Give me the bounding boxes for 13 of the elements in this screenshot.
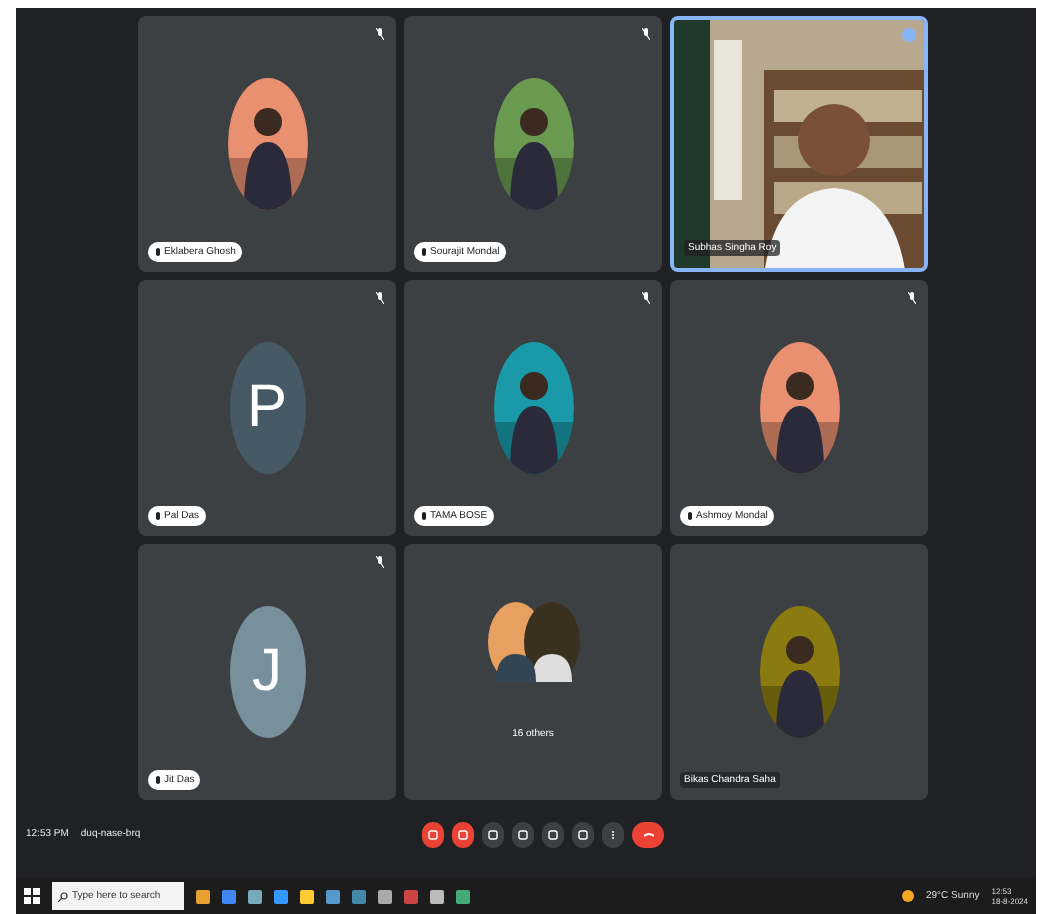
weather-icon <box>902 890 914 902</box>
avatar-letter: P <box>229 342 305 474</box>
camera-button[interactable] <box>452 821 475 847</box>
mic-button[interactable] <box>422 821 445 847</box>
captions-button[interactable] <box>482 821 505 847</box>
present-button[interactable] <box>542 821 565 847</box>
hangup-icon <box>643 829 654 839</box>
emoji-button[interactable] <box>512 821 535 847</box>
avatar-letter: J <box>229 606 305 738</box>
windows-start-icon[interactable] <box>24 888 40 904</box>
search-icon <box>58 891 68 901</box>
hangup-button[interactable] <box>632 821 665 847</box>
hand-button[interactable] <box>572 821 595 847</box>
